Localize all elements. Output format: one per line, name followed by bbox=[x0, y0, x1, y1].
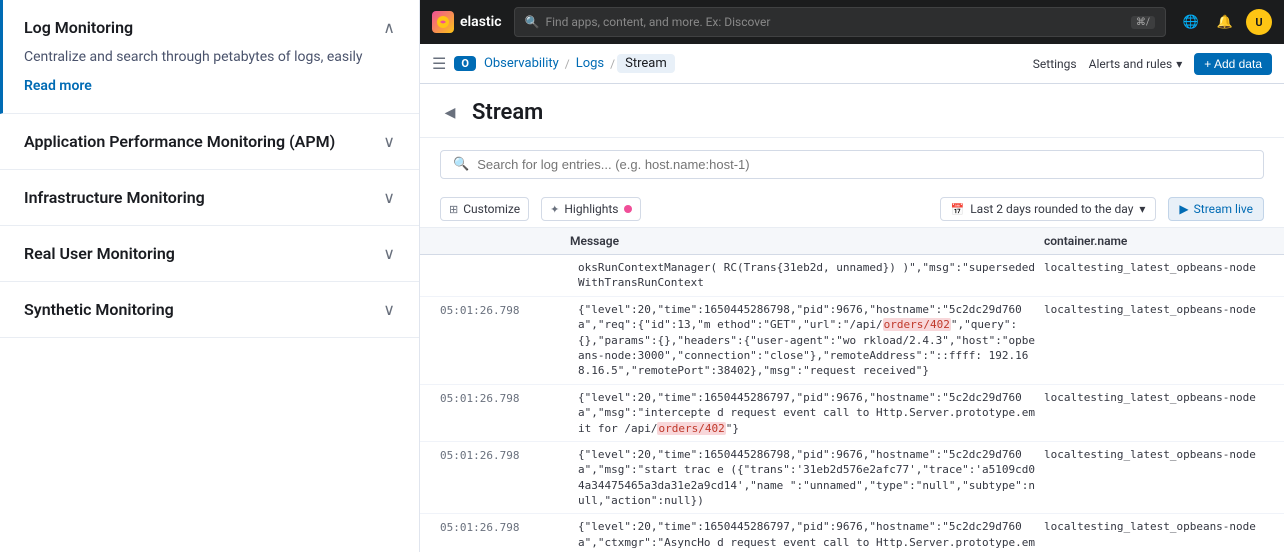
customize-button[interactable]: ⊞ Customize bbox=[440, 197, 529, 221]
highlights-icon: ✦ bbox=[550, 203, 559, 216]
log-container: localtesting_latest_opbeans-node bbox=[1044, 519, 1264, 534]
date-range-label: Last 2 days rounded to the day bbox=[970, 202, 1133, 216]
highlight-active-dot bbox=[624, 205, 632, 213]
log-container: localtesting_latest_opbeans-node bbox=[1044, 302, 1264, 317]
date-range-selector[interactable]: 📅 Last 2 days rounded to the day ▾ bbox=[940, 197, 1157, 221]
nav-item-rum-header[interactable]: Real User Monitoring ∨ bbox=[24, 244, 395, 263]
customize-label: Customize bbox=[463, 202, 520, 216]
elastic-logo-text: elastic bbox=[460, 14, 502, 30]
chevron-down-apm-icon: ∨ bbox=[383, 132, 395, 151]
table-row[interactable]: 05:01:26.798 {"level":20,"time":16504452… bbox=[420, 297, 1284, 385]
elastic-main: ◀ Stream 🔍 ⊞ Customize ✦ Highlights 📅 La… bbox=[420, 84, 1284, 552]
chevron-down-synthetic-icon: ∨ bbox=[383, 300, 395, 319]
col-date-header bbox=[440, 234, 570, 248]
nav-item-apm-header[interactable]: Application Performance Monitoring (APM)… bbox=[24, 132, 395, 151]
log-table: Message container.name oksRunContextMana… bbox=[420, 228, 1284, 552]
nav-item-synthetic-header[interactable]: Synthetic Monitoring ∨ bbox=[24, 300, 395, 319]
search-shortcut: ⌘/ bbox=[1131, 16, 1155, 29]
left-panel: Log Monitoring ∧ Centralize and search t… bbox=[0, 0, 420, 552]
elastic-logo-icon bbox=[432, 11, 454, 33]
log-message: {"level":20,"time":1650445286797,"pid":9… bbox=[570, 390, 1044, 436]
elastic-logo: elastic bbox=[432, 11, 502, 33]
stream-title: Stream bbox=[472, 100, 543, 125]
log-timestamp: 05:01:26.798 bbox=[440, 447, 570, 463]
nav-item-infrastructure-title: Infrastructure Monitoring bbox=[24, 188, 205, 207]
table-row[interactable]: oksRunContextManager( RC(Trans{31eb2d, u… bbox=[420, 255, 1284, 297]
log-message: {"level":20,"time":1650445286798,"pid":9… bbox=[570, 302, 1044, 379]
search-bar-icon: 🔍 bbox=[525, 15, 540, 29]
user-avatar[interactable]: U bbox=[1246, 9, 1272, 35]
breadcrumb-separator-1: / bbox=[565, 57, 570, 71]
stream-toolbar: ⊞ Customize ✦ Highlights 📅 Last 2 days r… bbox=[420, 191, 1284, 228]
log-search-bar[interactable]: 🔍 bbox=[440, 150, 1264, 179]
log-timestamp: 05:01:26.798 bbox=[440, 519, 570, 535]
breadcrumb-current: Stream bbox=[617, 54, 675, 73]
stream-live-label: Stream live bbox=[1194, 202, 1253, 216]
log-message: oksRunContextManager( RC(Trans{31eb2d, u… bbox=[570, 260, 1044, 291]
add-data-button[interactable]: + Add data bbox=[1194, 53, 1272, 75]
log-search-icon: 🔍 bbox=[453, 157, 469, 172]
alerts-and-rules-button[interactable]: Alerts and rules ▾ bbox=[1089, 57, 1183, 71]
search-bar-placeholder: Find apps, content, and more. Ex: Discov… bbox=[545, 15, 770, 29]
elastic-navbar: ☰ O Observability / Logs / Stream Settin… bbox=[420, 44, 1284, 84]
highlights-button[interactable]: ✦ Highlights bbox=[541, 197, 640, 221]
search-bar[interactable]: 🔍 Find apps, content, and more. Ex: Disc… bbox=[514, 7, 1166, 37]
nav-item-infrastructure[interactable]: Infrastructure Monitoring ∨ bbox=[0, 170, 419, 226]
nav-item-log-monitoring-description: Centralize and search through petabytes … bbox=[24, 47, 395, 68]
customize-icon: ⊞ bbox=[449, 203, 458, 216]
nav-item-log-monitoring-title: Log Monitoring bbox=[24, 18, 133, 37]
hamburger-icon[interactable]: ☰ bbox=[432, 54, 446, 73]
globe-icon[interactable]: 🌐 bbox=[1178, 9, 1204, 35]
nav-item-infrastructure-header[interactable]: Infrastructure Monitoring ∨ bbox=[24, 188, 395, 207]
elastic-topbar: elastic 🔍 Find apps, content, and more. … bbox=[420, 0, 1284, 44]
highlights-label: Highlights bbox=[564, 202, 618, 216]
breadcrumb-observability[interactable]: Observability bbox=[484, 56, 559, 71]
settings-button[interactable]: Settings bbox=[1033, 57, 1077, 71]
log-timestamp: 05:01:26.798 bbox=[440, 390, 570, 406]
read-more-link[interactable]: Read more bbox=[24, 78, 92, 95]
log-container: localtesting_latest_opbeans-node bbox=[1044, 260, 1264, 275]
nav-item-rum[interactable]: Real User Monitoring ∨ bbox=[0, 226, 419, 282]
stream-live-icon: ▶ bbox=[1179, 202, 1188, 216]
log-container: localtesting_latest_opbeans-node bbox=[1044, 390, 1264, 405]
nav-item-apm-title: Application Performance Monitoring (APM) bbox=[24, 132, 335, 151]
nav-item-synthetic[interactable]: Synthetic Monitoring ∨ bbox=[0, 282, 419, 338]
breadcrumb-logs[interactable]: Logs bbox=[576, 56, 604, 71]
chevron-down-rum-icon: ∨ bbox=[383, 244, 395, 263]
nav-item-apm[interactable]: Application Performance Monitoring (APM)… bbox=[0, 114, 419, 170]
log-message: {"level":20,"time":1650445286797,"pid":9… bbox=[570, 519, 1044, 552]
col-message-header: Message bbox=[570, 234, 1044, 248]
nav-item-log-monitoring[interactable]: Log Monitoring ∧ Centralize and search t… bbox=[0, 0, 419, 114]
table-row[interactable]: 05:01:26.798 {"level":20,"time":16504452… bbox=[420, 442, 1284, 515]
right-panel: elastic 🔍 Find apps, content, and more. … bbox=[420, 0, 1284, 552]
date-range-chevron-icon: ▾ bbox=[1139, 202, 1145, 216]
log-search-input[interactable] bbox=[477, 157, 1251, 172]
collapse-button[interactable]: ◀ bbox=[440, 103, 460, 123]
nav-item-rum-title: Real User Monitoring bbox=[24, 244, 175, 263]
nav-item-log-monitoring-header[interactable]: Log Monitoring ∧ bbox=[24, 18, 395, 37]
log-container: localtesting_latest_opbeans-node bbox=[1044, 447, 1264, 462]
breadcrumb-separator-2: / bbox=[610, 57, 615, 71]
calendar-icon: 📅 bbox=[951, 203, 965, 216]
chevron-up-icon: ∧ bbox=[383, 18, 395, 37]
table-row[interactable]: 05:01:26.798 {"level":20,"time":16504452… bbox=[420, 514, 1284, 552]
log-message: {"level":20,"time":1650445286798,"pid":9… bbox=[570, 447, 1044, 509]
topbar-icons: 🌐 🔔 U bbox=[1178, 9, 1272, 35]
chevron-down-infra-icon: ∨ bbox=[383, 188, 395, 207]
log-timestamp bbox=[440, 260, 570, 261]
stream-header: ◀ Stream bbox=[420, 84, 1284, 138]
log-timestamp: 05:01:26.798 bbox=[440, 302, 570, 318]
stream-live-button[interactable]: ▶ Stream live bbox=[1168, 197, 1264, 221]
navbar-right: Settings Alerts and rules ▾ + Add data bbox=[1033, 53, 1272, 75]
nav-item-synthetic-title: Synthetic Monitoring bbox=[24, 300, 174, 319]
col-container-header: container.name bbox=[1044, 234, 1264, 248]
log-table-header: Message container.name bbox=[420, 228, 1284, 255]
observability-badge: O bbox=[454, 56, 476, 71]
bell-icon[interactable]: 🔔 bbox=[1212, 9, 1238, 35]
table-row[interactable]: 05:01:26.798 {"level":20,"time":16504452… bbox=[420, 385, 1284, 442]
